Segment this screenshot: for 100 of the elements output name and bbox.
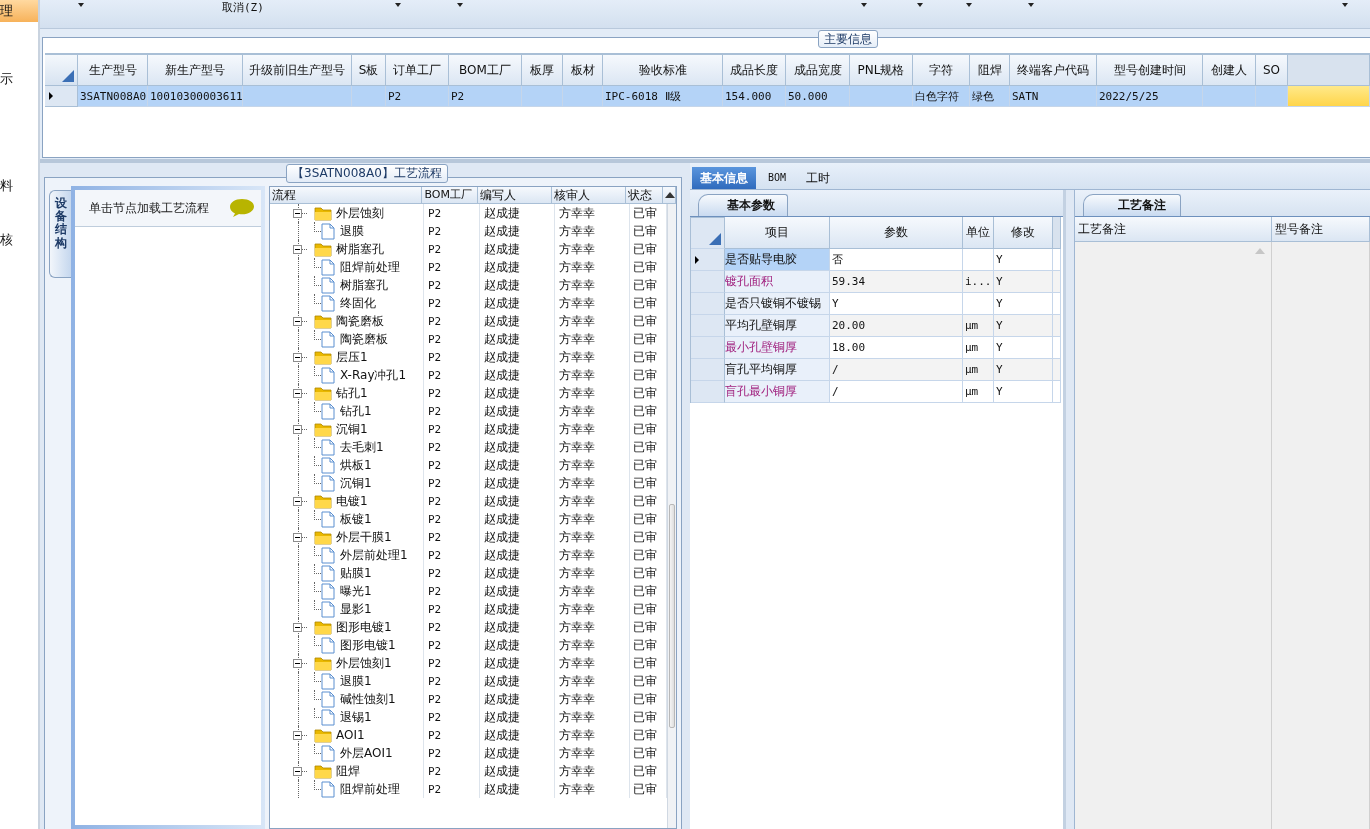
- column-header[interactable]: 终端客户代码: [1010, 54, 1097, 86]
- tree-node[interactable]: 钻孔1: [336, 384, 368, 402]
- collapse-toggle[interactable]: [293, 730, 302, 740]
- tree-node[interactable]: 外层干膜1: [336, 528, 392, 546]
- column-header[interactable]: 订单工厂: [386, 54, 449, 86]
- dropdown-caret-icon[interactable]: [917, 3, 923, 7]
- column-header[interactable]: 流程: [270, 187, 423, 204]
- tree-node[interactable]: 退膜: [340, 222, 364, 240]
- column-header[interactable]: 新生产型号: [148, 54, 243, 86]
- tree-node[interactable]: 阻焊前处理: [340, 258, 400, 276]
- tree-node[interactable]: 显影1: [340, 600, 372, 618]
- column-header[interactable]: 工艺备注: [1075, 217, 1272, 242]
- column-header[interactable]: 升级前旧生产型号: [243, 54, 352, 86]
- column-header[interactable]: 参数: [830, 217, 963, 249]
- column-header[interactable]: 核审人: [552, 187, 627, 204]
- collapse-toggle[interactable]: [293, 208, 302, 218]
- tree-node[interactable]: 图形电镀1: [336, 618, 392, 636]
- dropdown-caret-icon[interactable]: [457, 3, 463, 7]
- select-all-corner[interactable]: [691, 217, 725, 249]
- column-header[interactable]: BOM工厂: [422, 187, 478, 204]
- tab[interactable]: 工艺备注: [1083, 194, 1181, 216]
- tab[interactable]: BOM: [760, 167, 795, 189]
- column-header[interactable]: 板材: [563, 54, 603, 86]
- row-header[interactable]: [691, 249, 725, 271]
- column-header[interactable]: 型号创建时间: [1097, 54, 1203, 86]
- tree-node[interactable]: 树脂塞孔: [336, 240, 384, 258]
- collapse-toggle[interactable]: [293, 352, 302, 362]
- tree-node[interactable]: 层压1: [336, 348, 368, 366]
- tab[interactable]: 基本信息: [692, 167, 756, 189]
- column-header[interactable]: 字符: [913, 54, 970, 86]
- collapse-toggle[interactable]: [293, 622, 302, 632]
- collapse-toggle[interactable]: [293, 316, 302, 326]
- tree-node[interactable]: 阻焊: [336, 762, 360, 780]
- column-header[interactable]: 状态: [626, 187, 663, 204]
- collapse-toggle[interactable]: [293, 766, 302, 776]
- collapse-toggle[interactable]: [293, 496, 302, 506]
- table-row[interactable]: 平均孔壁铜厚 20.00 μm Y: [691, 315, 1063, 337]
- dropdown-caret-icon[interactable]: [861, 3, 867, 7]
- column-header[interactable]: 编写人: [477, 187, 553, 204]
- column-header[interactable]: 创建人: [1203, 54, 1256, 86]
- tree-node[interactable]: 终固化: [340, 294, 376, 312]
- collapse-toggle[interactable]: [293, 424, 302, 434]
- cancel-button[interactable]: 取消(Z): [222, 0, 264, 15]
- nav-item[interactable]: 理: [0, 0, 38, 22]
- table-row[interactable]: 盲孔最小铜厚 / μm Y: [691, 381, 1063, 403]
- tree-node[interactable]: 陶瓷磨板: [340, 330, 388, 348]
- tree-node[interactable]: 阻焊前处理: [340, 780, 400, 798]
- dropdown-caret-icon[interactable]: [966, 3, 972, 7]
- select-all-corner[interactable]: [45, 54, 78, 86]
- tree-node[interactable]: 图形电镀1: [340, 636, 396, 654]
- tree-node[interactable]: 外层蚀刻: [336, 204, 384, 222]
- tree-node[interactable]: X-Ray冲孔1: [340, 366, 407, 384]
- dropdown-caret-icon[interactable]: [78, 3, 84, 7]
- dropdown-caret-icon[interactable]: [395, 3, 401, 7]
- tree-node[interactable]: 外层前处理1: [340, 546, 408, 564]
- collapse-toggle[interactable]: [293, 244, 302, 254]
- tree-node[interactable]: 钻孔1: [340, 402, 372, 420]
- dropdown-caret-icon[interactable]: [1028, 3, 1034, 7]
- tree-node[interactable]: 外层AOI1: [340, 744, 393, 762]
- tree-node[interactable]: 贴膜1: [340, 564, 372, 582]
- tree-node[interactable]: 退锡1: [340, 708, 372, 726]
- tree-node[interactable]: 树脂塞孔: [340, 276, 388, 294]
- tree-node[interactable]: 沉铜1: [340, 474, 372, 492]
- dropdown-caret-icon[interactable]: [1342, 3, 1348, 7]
- collapse-toggle[interactable]: [293, 388, 302, 398]
- table-row[interactable]: 盲孔平均铜厚 / μm Y: [691, 359, 1063, 381]
- tree-node[interactable]: 外层蚀刻1: [336, 654, 392, 672]
- column-header[interactable]: 修改: [994, 217, 1053, 249]
- vertical-tab[interactable]: 设备结构: [49, 190, 71, 278]
- tab[interactable]: 工时: [798, 167, 839, 189]
- tree-node[interactable]: 陶瓷磨板: [336, 312, 384, 330]
- table-row[interactable]: 镀孔面积 59.34 i... Y: [691, 271, 1063, 293]
- collapse-toggle[interactable]: [293, 532, 302, 542]
- tree-node[interactable]: 退膜1: [340, 672, 372, 690]
- nav-item[interactable]: 核: [0, 229, 38, 251]
- column-header[interactable]: 验收标准: [603, 54, 723, 86]
- tree-node[interactable]: 曝光1: [340, 582, 372, 600]
- column-header[interactable]: 单位: [963, 217, 994, 249]
- row-header[interactable]: [45, 86, 78, 107]
- column-header[interactable]: SO: [1256, 54, 1288, 86]
- column-header[interactable]: 成品宽度: [786, 54, 850, 86]
- tree-node[interactable]: 电镀1: [336, 492, 368, 510]
- tree-node[interactable]: 碱性蚀刻1: [340, 690, 396, 708]
- nav-item[interactable]: 示: [0, 68, 38, 90]
- column-header[interactable]: 项目: [725, 217, 830, 249]
- tree-node[interactable]: 沉铜1: [336, 420, 368, 438]
- column-header[interactable]: 成品长度: [723, 54, 786, 86]
- column-header[interactable]: BOM工厂: [449, 54, 522, 86]
- nav-item[interactable]: 料: [0, 175, 38, 197]
- column-header[interactable]: 板厚: [522, 54, 563, 86]
- column-header[interactable]: 型号备注: [1272, 217, 1370, 242]
- column-header[interactable]: S板: [352, 54, 386, 86]
- scroll-up-icon[interactable]: [665, 192, 675, 198]
- column-header[interactable]: 阻焊: [970, 54, 1010, 86]
- collapse-toggle[interactable]: [293, 658, 302, 668]
- tree-node[interactable]: AOI1: [336, 728, 365, 742]
- column-header[interactable]: PNL规格: [850, 54, 913, 86]
- tree-node[interactable]: 板镀1: [340, 510, 372, 528]
- tab[interactable]: 基本参数: [698, 194, 788, 216]
- tree-node[interactable]: 烘板1: [340, 456, 372, 474]
